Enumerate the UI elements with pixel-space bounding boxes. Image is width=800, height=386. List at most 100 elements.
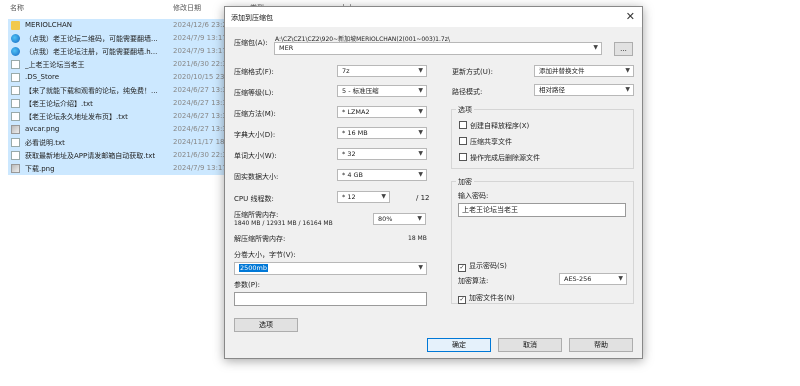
options-group: 选项 创建自释放程序(X) 压缩共享文件 操作完成后删除源文件 [451, 105, 634, 169]
options-group-title: 选项 [456, 105, 474, 115]
method-select[interactable]: * LZMA2 ▼ [337, 106, 427, 118]
params-input[interactable] [234, 292, 427, 306]
browse-button[interactable]: ... [614, 42, 633, 56]
level-select[interactable]: 5 - 标准压缩 ▼ [337, 85, 427, 97]
path-select[interactable]: 相对路径 ▼ [534, 84, 634, 96]
chevron-down-icon: ▼ [418, 171, 423, 178]
password-input[interactable]: 上老王论坛当老王 [458, 203, 626, 217]
file-date: 2024/6/27 13:35 [173, 112, 232, 120]
enc-method-select[interactable]: AES-256 ▼ [559, 273, 627, 285]
close-icon[interactable]: ✕ [626, 10, 635, 23]
chevron-down-icon: ▼ [625, 67, 630, 74]
level-value: 5 - 标准压缩 [342, 87, 379, 95]
decomp-value: 18 MB [408, 235, 427, 242]
mem-percent-value: 80% [378, 215, 393, 223]
solid-label: 固实数据大小: [234, 173, 279, 181]
archive-name: MER [279, 44, 294, 52]
file-icon [11, 138, 20, 147]
edge-icon [11, 34, 20, 43]
checkmark-icon: ✓ [458, 264, 466, 272]
file-date: 2021/6/30 22:35 [173, 60, 232, 68]
file-date: 2024/6/27 13:35 [173, 99, 232, 107]
shared-checkbox[interactable]: 压缩共享文件 [459, 137, 512, 147]
file-row[interactable]: 【老王论坛介绍】.txt 2024/6/27 13:35 [8, 97, 253, 110]
file-name: （点我）老王论坛注册，可能需要翻墙.h... [25, 48, 158, 56]
title-bar: 添加到压缩包 ✕ [225, 7, 642, 27]
checkmark-icon: ✓ [458, 296, 466, 304]
threads-value: * 12 [342, 193, 356, 201]
help-button[interactable]: 帮助 [569, 338, 633, 352]
file-name: avcar.png [25, 125, 60, 133]
checkbox-icon [459, 137, 467, 145]
threads-max: / 12 [416, 194, 430, 202]
shared-label: 压缩共享文件 [470, 138, 512, 146]
file-row[interactable]: 【来了就能下载和观看的论坛，纯免费！... 2024/6/27 13:35 [8, 84, 253, 97]
file-row[interactable]: （点我）老王论坛注册，可能需要翻墙.h... 2024/7/9 13:17 [8, 45, 253, 58]
show-password-checkbox[interactable]: ✓ 显示密码(S) [458, 261, 507, 272]
split-label: 分卷大小，字节(V): [234, 251, 296, 259]
delete-checkbox[interactable]: 操作完成后删除源文件 [459, 153, 540, 163]
file-row[interactable]: avcar.png 2024/6/27 13:35 [8, 123, 253, 136]
file-row[interactable]: MERIOLCHAN 2024/12/6 23:21 [8, 19, 253, 32]
update-value: 添加并替换文件 [539, 67, 585, 75]
options-button[interactable]: 选项 [234, 318, 298, 332]
path-label: 路径模式: [452, 88, 483, 96]
file-row[interactable]: .DS_Store 2020/10/15 23:04 [8, 71, 253, 84]
file-row[interactable]: 【老王论坛永久地址发布页】.txt 2024/6/27 13:35 [8, 110, 253, 123]
path-value: 相对路径 [539, 86, 565, 94]
encrypt-names-checkbox[interactable]: ✓ 加密文件名(N) [458, 293, 515, 304]
file-name: （点我）老王论坛二维码，可能需要翻墙... [25, 35, 158, 43]
update-select[interactable]: 添加并替换文件 ▼ [534, 65, 634, 77]
file-date: 2024/12/6 23:21 [173, 21, 232, 29]
solid-select[interactable]: * 4 GB ▼ [337, 169, 427, 181]
file-icon [11, 60, 20, 69]
file-row[interactable]: 获取最新地址及APP请发邮箱自动获取.txt 2021/6/30 22:35 [8, 149, 253, 162]
enc-method-value: AES-256 [564, 275, 592, 283]
word-label: 单词大小(W): [234, 152, 277, 160]
column-date[interactable]: 修改日期 [173, 3, 201, 13]
chevron-down-icon: ▼ [417, 215, 422, 222]
file-row[interactable]: 下载.png 2024/7/9 13:17 [8, 162, 253, 175]
file-name: 必看说明.txt [25, 139, 65, 147]
archive-label: 压缩包(A): [234, 39, 268, 47]
format-select[interactable]: 7z ▼ [337, 65, 427, 77]
file-date: 2024/7/9 13:17 [173, 47, 227, 55]
file-date: 2024/7/9 13:17 [173, 164, 227, 172]
format-label: 压缩格式(F): [234, 68, 274, 76]
edge-icon [11, 47, 20, 56]
column-name[interactable]: 名称 [10, 3, 24, 13]
file-row[interactable]: _上老王论坛当老王 2021/6/30 22:35 [8, 58, 253, 71]
mem-percent-select[interactable]: 80% ▼ [373, 213, 426, 225]
sfx-checkbox[interactable]: 创建自释放程序(X) [459, 121, 529, 131]
split-size-combo[interactable]: 2500mb ▼ [234, 262, 427, 275]
threads-label: CPU 线程数: [234, 195, 274, 203]
ok-button[interactable]: 确定 [427, 338, 491, 352]
file-icon [11, 112, 20, 121]
file-name: .DS_Store [25, 73, 60, 81]
dict-select[interactable]: * 16 MB ▼ [337, 127, 427, 139]
threads-select[interactable]: * 12 ▼ [337, 191, 390, 203]
image-icon [11, 125, 20, 134]
file-row[interactable]: 必看说明.txt 2024/11/17 18:14 [8, 136, 253, 149]
chevron-down-icon: ▼ [418, 87, 423, 94]
encrypt-names-label: 加密文件名(N) [469, 294, 515, 302]
file-name: 【老王论坛永久地址发布页】.txt [25, 113, 128, 121]
chevron-down-icon: ▼ [418, 67, 423, 74]
params-label: 参数(P): [234, 281, 261, 289]
solid-value: * 4 GB [342, 171, 364, 179]
archive-name-combo[interactable]: MER ▼ [274, 42, 602, 55]
folder-icon [11, 21, 20, 30]
chevron-down-icon[interactable]: ▼ [593, 43, 598, 53]
file-name: 获取最新地址及APP请发邮箱自动获取.txt [25, 152, 156, 160]
enc-method-label: 加密算法: [458, 277, 489, 285]
update-label: 更新方式(U): [452, 68, 493, 76]
word-select[interactable]: * 32 ▼ [337, 148, 427, 160]
dict-label: 字典大小(D): [234, 131, 276, 139]
file-icon [11, 86, 20, 95]
encryption-group-title: 加密 [456, 177, 474, 187]
file-icon [11, 99, 20, 108]
mem-value: 1840 MB / 12931 MB / 16164 MB [234, 220, 333, 227]
cancel-button[interactable]: 取消 [498, 338, 562, 352]
file-row[interactable]: （点我）老王论坛二维码，可能需要翻墙... 2024/7/9 13:17 [8, 32, 253, 45]
chevron-down-icon: ▼ [418, 264, 423, 271]
